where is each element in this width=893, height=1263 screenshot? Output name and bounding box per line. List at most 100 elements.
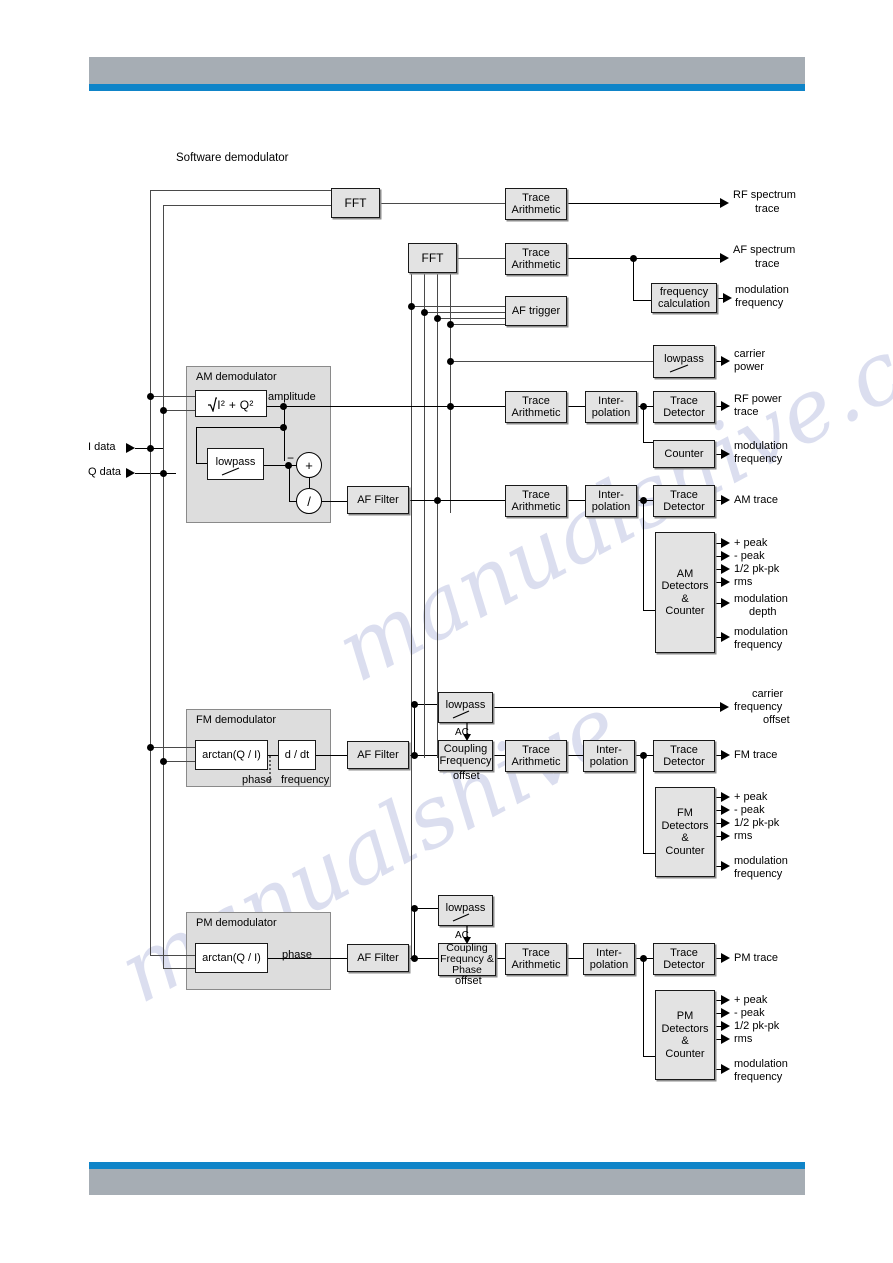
block-arctan-fm[interactable]: arctan(Q / I) — [195, 740, 268, 770]
freq-calc-line2: calculation — [658, 298, 710, 310]
lowpass-switch-icon — [221, 467, 240, 476]
wire-rf-spectrum-out — [567, 203, 720, 204]
block-trace-detector-rf-power[interactable]: Trace Detector — [653, 391, 715, 423]
output-carrier-offset-line1: carrier — [752, 688, 784, 700]
i-data-arrow-icon — [126, 443, 135, 453]
divider-junction: / — [296, 488, 322, 514]
block-fm-detectors-counter[interactable]: FM Detectors & Counter — [655, 787, 715, 877]
wire-ta-to-interp-rf — [567, 406, 585, 407]
block-lowpass-am[interactable]: lowpass — [207, 448, 264, 480]
block-trace-detector-pm[interactable]: Trace Detector — [653, 943, 715, 975]
block-trace-arithmetic-rf-power[interactable]: Trace Arithmetic — [505, 391, 567, 423]
output-af-spectrum-line1: AF spectrum — [733, 244, 796, 256]
wire-lowpass-feed-down — [196, 427, 197, 463]
fm-det-line3: & — [681, 832, 689, 844]
trace-arith-line1: Trace — [522, 191, 550, 204]
am-det-line2: Detectors — [661, 580, 709, 592]
block-lowpass-fm[interactable]: lowpass — [438, 692, 493, 723]
block-coupling-fm[interactable]: Coupling Frequency — [438, 740, 493, 771]
block-magnitude-sqrt[interactable]: I² + Q² — [195, 390, 267, 417]
block-lowpass-pm[interactable]: lowpass — [438, 895, 493, 926]
wire-afbus2-to-trigger — [424, 312, 505, 313]
block-derivative-fm[interactable]: d / dt — [278, 740, 316, 770]
am-rms-arrow-icon — [721, 577, 730, 587]
q-data-arrow-icon — [126, 468, 135, 478]
output-counter-mod-freq-line2: frequency — [734, 453, 783, 465]
wire-i-to-fm — [150, 747, 195, 748]
block-arctan-pm[interactable]: arctan(Q / I) — [195, 943, 268, 973]
bus-i-vertical — [150, 190, 151, 955]
wire-fm-to-detectors-h — [643, 853, 655, 854]
output-rf-power-line1: RF power — [734, 393, 782, 405]
block-trace-arithmetic-rf[interactable]: Trace Arithmetic — [505, 188, 567, 220]
wire-rf-to-counter-v — [643, 406, 644, 442]
block-am-detectors-counter[interactable]: AM Detectors & Counter — [655, 532, 715, 653]
fm-peak-minus-arrow-icon — [721, 805, 730, 815]
wire-lowpass-feed-in — [196, 463, 207, 464]
lowpass-switch-icon — [669, 364, 689, 373]
trace-det-line1: Trace — [670, 946, 698, 959]
block-trace-detector-am[interactable]: Trace Detector — [653, 485, 715, 517]
block-trace-arithmetic-af[interactable]: Trace Arithmetic — [505, 243, 567, 275]
am-pkpk-arrow-icon — [721, 564, 730, 574]
wire-q-to-am — [163, 410, 195, 411]
pm-peak-minus-arrow-icon — [721, 1008, 730, 1018]
junction-fm-path — [411, 752, 418, 759]
diagram-title: Software demodulator — [176, 152, 289, 164]
junction-amplitude — [280, 403, 287, 410]
block-lowpass-carrier-power[interactable]: lowpass — [653, 345, 715, 378]
block-label: FFT — [421, 250, 444, 265]
wire-i-to-pm — [150, 955, 195, 956]
am-mod-depth-arrow-icon — [721, 598, 730, 608]
trace-arith-line1: Trace — [522, 246, 550, 259]
carrier-freq-offset-arrow-icon — [720, 702, 729, 712]
am-det-line4: Counter — [665, 605, 705, 617]
trace-arith-line2: Arithmetic — [511, 756, 561, 768]
block-frequency-calculation[interactable]: frequency calculation — [651, 283, 717, 313]
trace-det-line2: Detector — [663, 501, 705, 513]
block-coupling-pm[interactable]: Coupling Frequncy & Phase — [438, 943, 496, 976]
interp-line2: polation — [589, 756, 629, 768]
block-pm-detectors-counter[interactable]: PM Detectors & Counter — [655, 990, 715, 1080]
junction-amplitude-lowpass-tap — [280, 424, 287, 431]
block-interpolation-rf-power[interactable]: Inter- polation — [585, 391, 637, 423]
wire-af-to-freqcalc-v — [633, 258, 634, 300]
wire-ta-to-interp-am — [567, 500, 585, 501]
output-rf-spectrum-line2: trace — [755, 203, 780, 215]
block-af-filter-fm[interactable]: AF Filter — [347, 741, 409, 769]
ac-coupling-arrow-icon — [463, 926, 471, 944]
fm-peak-plus-arrow-icon — [721, 792, 730, 802]
block-af-trigger[interactable]: AF trigger — [505, 296, 567, 326]
block-interpolation-am[interactable]: Inter- polation — [585, 485, 637, 517]
block-trace-detector-fm[interactable]: Trace Detector — [653, 740, 715, 772]
block-af-filter-am[interactable]: AF Filter — [347, 486, 409, 514]
block-counter-rf[interactable]: Counter — [653, 440, 715, 468]
block-label: AF Filter — [357, 748, 399, 761]
fm-output-plus-peak: + peak — [734, 791, 768, 803]
software-demodulator-diagram: Software demodulator I data Q data FFT T… — [0, 0, 893, 1263]
trace-det-line1: Trace — [670, 394, 698, 407]
block-interpolation-fm[interactable]: Inter- polation — [583, 740, 635, 772]
block-interpolation-pm[interactable]: Inter- polation — [583, 943, 635, 975]
wire-q-to-fm — [163, 761, 195, 762]
output-carrier-offset-line3: offset — [763, 714, 790, 726]
bus-q-vertical — [163, 205, 164, 955]
block-trace-arithmetic-fm[interactable]: Trace Arithmetic — [505, 740, 567, 772]
fm-mod-freq-arrow-icon — [721, 861, 730, 871]
interp-line1: Inter- — [596, 743, 622, 756]
am-output-minus-peak: - peak — [734, 550, 765, 562]
trace-arith-line2: Arithmetic — [511, 501, 561, 513]
am-output-plus-peak: + peak — [734, 537, 768, 549]
fm-output-rms: rms — [734, 830, 753, 842]
modulation-frequency-arrow-icon — [723, 293, 732, 303]
block-af-filter-pm[interactable]: AF Filter — [347, 944, 409, 972]
block-trace-arithmetic-pm[interactable]: Trace Arithmetic — [505, 943, 567, 975]
fm-pkpk-arrow-icon — [721, 818, 730, 828]
coupling-line2: Frequency — [439, 754, 492, 767]
wire-i-to-fft-rf — [150, 190, 331, 191]
output-rf-spectrum-line1: RF spectrum — [733, 189, 796, 201]
block-fft-af[interactable]: FFT — [408, 243, 457, 273]
block-trace-arithmetic-am[interactable]: Trace Arithmetic — [505, 485, 567, 517]
block-fft-rf[interactable]: FFT — [331, 188, 380, 218]
wire-ta-to-interp-pm — [567, 958, 583, 959]
